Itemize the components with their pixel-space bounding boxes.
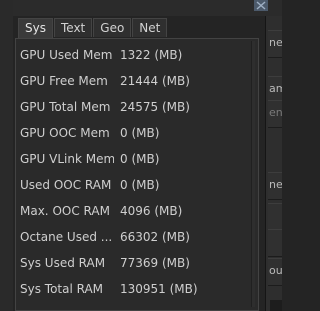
background-window-left-edge <box>0 0 14 311</box>
stat-label: GPU Free Mem <box>20 74 108 88</box>
stat-label: Used OOC RAM <box>20 178 112 192</box>
stat-label: Max. OOC RAM <box>20 204 110 218</box>
background-field: ne <box>268 172 282 200</box>
stat-label: Octane Used ... <box>20 230 113 244</box>
background-text-fragment: am <box>269 82 282 95</box>
background-field: ent <box>268 100 282 128</box>
tab-bar: Sys Text Geo Net <box>18 18 168 38</box>
stat-row: GPU Total Mem 24575 (MB) <box>16 95 258 121</box>
background-text-fragment: ne <box>269 178 282 191</box>
stat-label: GPU VLink Mem <box>20 152 114 166</box>
stat-value: 1322 (MB) <box>120 48 183 62</box>
stat-row: GPU VLink Mem 0 (MB) <box>16 147 258 173</box>
stat-value: 4096 (MB) <box>120 204 183 218</box>
resize-handle-icon[interactable] <box>270 300 282 311</box>
stat-row: Sys Total RAM 130951 (MB) <box>16 277 258 303</box>
stat-label: GPU OOC Mem <box>20 126 110 140</box>
stat-value: 0 (MB) <box>120 178 160 192</box>
tab-text[interactable]: Text <box>53 18 93 37</box>
stat-value: 0 (MB) <box>120 152 160 166</box>
background-text-fragment: ne_ <box>269 36 282 49</box>
background-window-top-bar <box>13 0 282 16</box>
stat-row: Octane Used ... 66302 (MB) <box>16 225 258 251</box>
sys-stats-panel: GPU Used Mem 1322 (MB) GPU Free Mem 2144… <box>15 38 259 311</box>
tab-sys[interactable]: Sys <box>18 18 53 38</box>
stats-list: GPU Used Mem 1322 (MB) GPU Free Mem 2144… <box>16 43 258 303</box>
background-field <box>268 229 282 257</box>
close-icon[interactable] <box>254 0 268 11</box>
screen: ne_ am ent ne out Sys Text Geo Net GPU U… <box>0 0 282 311</box>
background-field <box>268 203 282 231</box>
background-text-fragment: out <box>269 264 282 277</box>
stat-label: Sys Used RAM <box>20 256 106 270</box>
background-field: out <box>268 258 282 286</box>
stat-row: Sys Used RAM 77369 (MB) <box>16 251 258 277</box>
stat-row: GPU Free Mem 21444 (MB) <box>16 69 258 95</box>
stat-value: 77369 (MB) <box>120 256 190 270</box>
background-text-fragment: ent <box>269 106 282 119</box>
stat-value: 24575 (MB) <box>120 100 190 114</box>
stat-value: 0 (MB) <box>120 126 160 140</box>
tab-geo[interactable]: Geo <box>93 18 132 37</box>
stat-row: GPU OOC Mem 0 (MB) <box>16 121 258 147</box>
tab-net[interactable]: Net <box>132 18 168 37</box>
stat-row: GPU Used Mem 1322 (MB) <box>16 43 258 69</box>
stat-label: GPU Used Mem <box>20 48 113 62</box>
stat-label: GPU Total Mem <box>20 100 111 114</box>
stat-value: 21444 (MB) <box>120 74 190 88</box>
stat-value: 130951 (MB) <box>120 282 198 296</box>
stat-value: 66302 (MB) <box>120 230 190 244</box>
stat-row: Used OOC RAM 0 (MB) <box>16 173 258 199</box>
panel-scrollbar[interactable] <box>251 41 255 307</box>
statistics-popup: Sys Text Geo Net GPU Used Mem 1322 (MB) … <box>13 16 266 311</box>
background-field: ne_ <box>268 30 282 58</box>
stat-row: Max. OOC RAM 4096 (MB) <box>16 199 258 225</box>
stat-label: Sys Total RAM <box>20 282 104 296</box>
